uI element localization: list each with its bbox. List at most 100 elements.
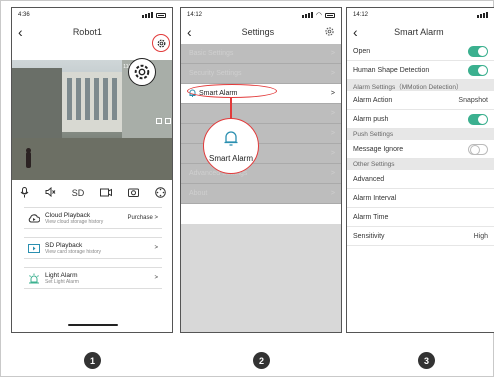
screen-icon[interactable] — [156, 118, 162, 124]
menu-item-label: Security Settings — [189, 70, 242, 77]
row-alarm-push: Alarm push — [347, 110, 494, 129]
status-time: 4:36 — [18, 12, 30, 18]
chevron-right-icon: > — [330, 130, 335, 137]
row-label: Message Ignore — [353, 145, 404, 153]
section-header: Alarm Settings（MMotion Detection） — [347, 80, 494, 91]
card-light-alarm[interactable]: Light Alarm Set Light Alarm > — [24, 267, 162, 289]
row-alarm-interval[interactable]: Alarm Interval — [347, 189, 494, 208]
open-toggle[interactable] — [468, 45, 488, 57]
message-ignore-toggle[interactable] — [468, 143, 488, 155]
record-icon[interactable] — [100, 188, 113, 199]
card-subtitle: View cloud storage history — [45, 218, 104, 225]
settings-gear-icon[interactable] — [152, 34, 170, 52]
snapshot-camera-icon[interactable] — [128, 187, 140, 199]
chevron-right-icon: > — [330, 50, 335, 57]
row-human-shape: Human Shape Detection — [347, 61, 494, 80]
sensitivity-value: High — [473, 232, 488, 240]
row-label: Advanced — [353, 175, 385, 183]
phone-settings: 14:12 ◠ ‹ Settings Basic Settings > Secur… — [180, 7, 342, 333]
device-title: Robot1 — [72, 27, 102, 37]
chevron-right-icon: > — [330, 70, 335, 77]
chevron-right-icon: > — [330, 190, 335, 197]
signal-icon — [301, 12, 313, 18]
battery-icon — [156, 12, 166, 18]
status-time: 14:12 — [187, 12, 203, 18]
smart-alarm-callout: Smart Alarm — [203, 118, 259, 174]
step-number-2: 2 — [253, 352, 270, 369]
chevron-right-icon[interactable]: > — [154, 275, 158, 281]
gear-icon[interactable] — [324, 26, 335, 39]
page-title: Smart Alarm — [394, 27, 444, 37]
alarm-action-value: Snapshot — [458, 96, 488, 104]
purchase-link[interactable]: Purchase > — [127, 215, 158, 221]
battery-icon — [325, 12, 335, 18]
home-indicator — [68, 324, 118, 326]
chevron-right-icon: > — [330, 150, 335, 157]
row-label: Alarm Action — [353, 96, 393, 104]
card-subtitle: View card storage history — [45, 248, 102, 255]
dimmed-area — [181, 224, 341, 332]
menu-item-about[interactable]: About > — [181, 184, 341, 204]
person-in-video — [26, 148, 31, 168]
menu-item[interactable]: > — [181, 104, 341, 124]
mute-speaker-icon[interactable] — [45, 186, 56, 199]
nav-bar: ‹ Smart Alarm — [347, 22, 494, 42]
status-bar: 14:12 ◠ — [181, 8, 341, 22]
section-header: Other Settings — [347, 159, 494, 170]
card-title: Light Alarm — [45, 271, 78, 279]
card-cloud-playback[interactable]: Cloud Playback View cloud storage histor… — [24, 207, 162, 229]
light-alarm-icon — [28, 273, 40, 283]
settings-menu: Basic Settings > Security Settings > Smart… — [181, 44, 341, 204]
alarm-push-toggle[interactable] — [468, 113, 488, 125]
gear-zoom-callout — [128, 58, 156, 86]
nav-bar: ‹ Robot1 — [12, 22, 172, 42]
chevron-right-icon: > — [330, 110, 335, 117]
status-bar: 14:12 — [347, 8, 494, 22]
row-label: Human Shape Detection — [353, 66, 430, 74]
card-title: SD Playback — [45, 241, 83, 249]
control-bar: SD — [12, 184, 172, 202]
row-advanced[interactable]: Advanced — [347, 170, 494, 189]
back-arrow-icon[interactable]: ‹ — [187, 25, 192, 39]
row-alarm-time[interactable]: Alarm Time — [347, 208, 494, 227]
card-sd-playback[interactable]: SD Playback View card storage history > — [24, 237, 162, 259]
row-label: Alarm push — [353, 115, 389, 123]
card-title: Cloud Playback — [45, 211, 91, 219]
row-open: Open — [347, 42, 494, 61]
row-label: Sensitivity — [353, 232, 385, 240]
callout-label: Smart Alarm — [208, 154, 253, 163]
sd-quality-button[interactable]: SD — [72, 188, 85, 198]
sd-play-icon — [28, 243, 40, 253]
menu-item-security[interactable]: Security Settings > — [181, 64, 341, 84]
human-shape-toggle[interactable] — [468, 64, 488, 76]
row-label: Alarm Interval — [353, 194, 397, 202]
back-arrow-icon[interactable]: ‹ — [18, 25, 23, 39]
microphone-icon[interactable] — [20, 186, 29, 200]
menu-item-label: About — [189, 190, 208, 197]
step-number-1: 1 — [84, 352, 101, 369]
cloud-play-icon — [28, 213, 40, 223]
menu-item-advanced[interactable]: Advanced Settings > — [181, 164, 341, 184]
card-subtitle: Set Light Alarm — [45, 278, 79, 285]
row-alarm-action[interactable]: Alarm Action Snapshot — [347, 91, 494, 110]
bell-icon — [223, 129, 239, 152]
chevron-right-icon: > — [330, 90, 335, 97]
page-title: Settings — [241, 27, 275, 37]
row-sensitivity[interactable]: Sensitivity High — [347, 227, 494, 246]
wifi-icon: ◠ — [315, 12, 322, 19]
status-time: 14:12 — [353, 12, 369, 18]
section-header: Push Settings — [347, 129, 494, 140]
menu-item-basic[interactable]: Basic Settings > — [181, 44, 341, 64]
signal-icon — [477, 12, 488, 18]
nav-bar: ‹ Settings — [181, 22, 341, 42]
chevron-right-icon[interactable]: > — [154, 245, 158, 251]
row-message-ignore: Message Ignore — [347, 140, 494, 159]
menu-item-label: Basic Settings — [189, 50, 234, 57]
phone-camera-view: 4:36 ‹ Robot1 116.1KB/s SD — [11, 7, 173, 333]
callout-connector — [230, 98, 232, 118]
back-arrow-icon[interactable]: ‹ — [353, 25, 358, 39]
ptz-dpad-icon[interactable] — [155, 186, 166, 200]
signal-icon — [142, 12, 153, 18]
fullscreen-icon[interactable] — [165, 118, 171, 124]
highlight-oval — [187, 84, 277, 98]
